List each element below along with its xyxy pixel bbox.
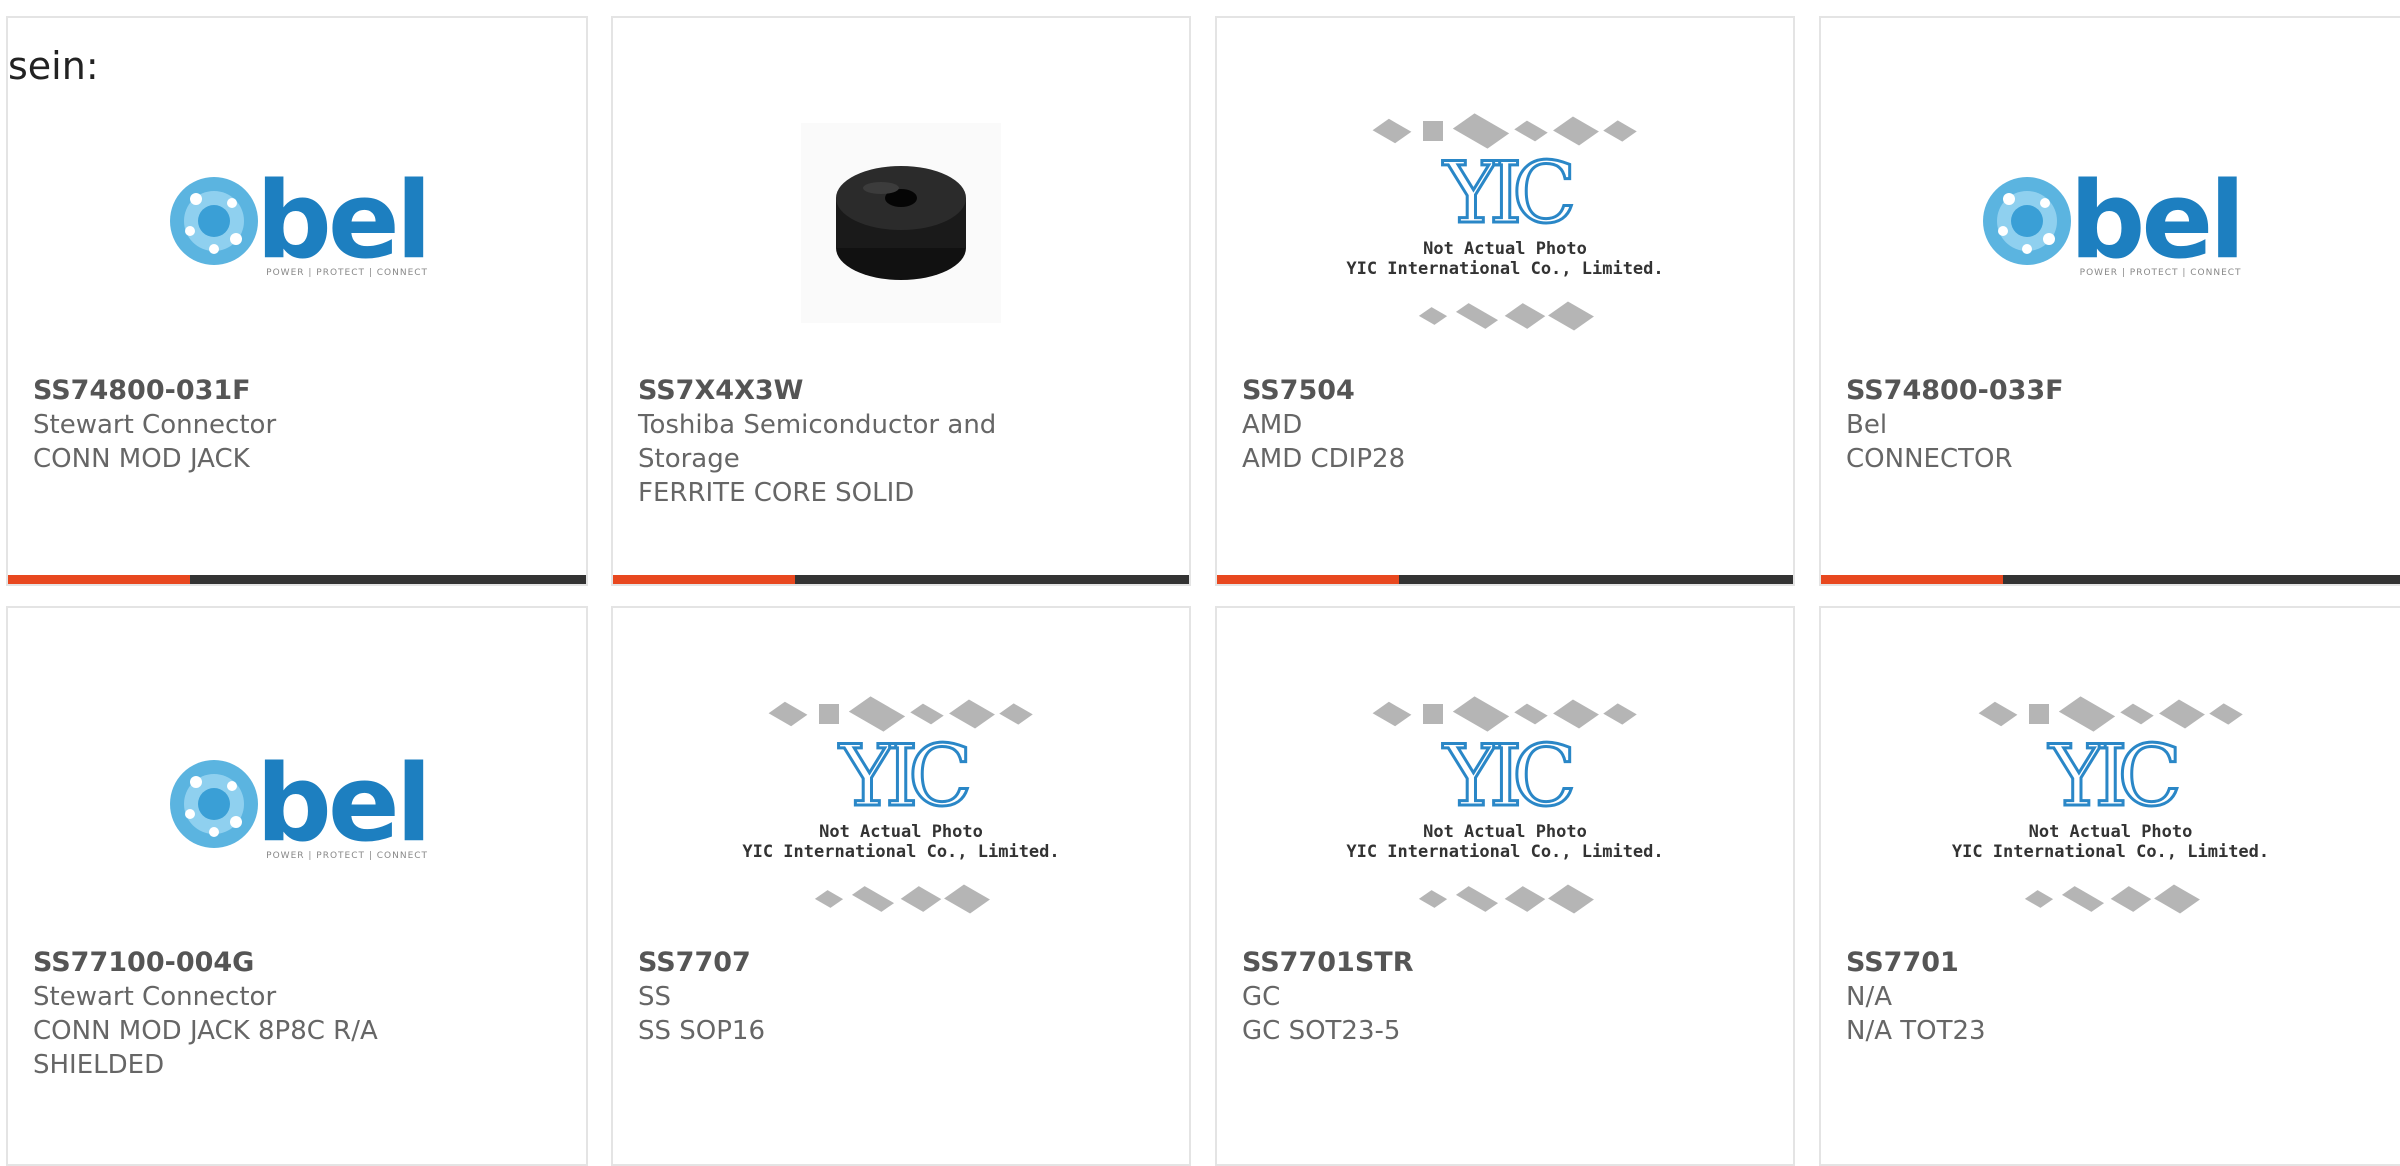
product-info: SS74800-033F Bel CONNECTOR	[1846, 374, 2375, 476]
chip-icons	[1372, 113, 1637, 149]
product-image[interactable]: YIC Not Actual Photo YIC International C…	[1217, 73, 1793, 373]
bel-logo-tagline: POWER | PROTECT | CONNECT	[2079, 268, 2242, 278]
yic-caption-line1: Not Actual Photo	[2028, 822, 2193, 842]
product-info: SS7701 N/A N/A TOT23	[1846, 946, 2375, 1048]
product-image[interactable]	[613, 73, 1189, 373]
page-label: sein:	[8, 44, 99, 88]
yic-logo-mark: YIC	[838, 727, 974, 825]
product-image[interactable]: bel POWER | PROTECT | CONNECT	[1821, 73, 2400, 373]
product-info: SS77100-004G Stewart Connector CONN MOD …	[33, 946, 561, 1082]
description: GC SOT23-5	[1242, 1016, 1401, 1046]
manufacturer: Stewart Connector	[33, 982, 277, 1012]
bel-logo-tagline: POWER | PROTECT | CONNECT	[266, 268, 429, 278]
manufacturer: Stewart Connector	[33, 410, 277, 440]
product-card[interactable]: bel POWER | PROTECT | CONNECT SS77100-00…	[6, 606, 588, 1166]
chip-icons	[1418, 301, 1594, 331]
product-grid: bel POWER | PROTECT | CONNECT SS74800-03…	[0, 0, 2400, 1166]
bel-logo-word: bel	[2069, 159, 2245, 282]
chip-icons	[814, 884, 990, 914]
product-image[interactable]: bel POWER | PROTECT | CONNECT	[8, 656, 586, 956]
yic-caption-line2: YIC International Co., Limited.	[1346, 259, 1664, 279]
manufacturer: Bel	[1846, 410, 1888, 440]
yic-caption-line2: YIC International Co., Limited.	[1951, 842, 2270, 862]
bel-logo-word: bel	[255, 159, 432, 282]
description: AMD CDIP28	[1242, 444, 1406, 474]
part-number[interactable]: SS74800-031F	[33, 374, 561, 408]
yic-caption-line1: Not Actual Photo	[1423, 239, 1587, 259]
card-bottom-bar	[8, 575, 586, 584]
product-image[interactable]: YIC Not Actual Photo YIC International C…	[613, 656, 1189, 956]
manufacturer: N/A	[1846, 982, 1892, 1012]
product-card[interactable]: SS7X4X3W Toshiba Semiconductor and Stora…	[611, 16, 1191, 586]
product-image[interactable]: YIC Not Actual Photo YIC International C…	[1217, 656, 1793, 956]
yic-placeholder-image: YIC Not Actual Photo YIC International C…	[1951, 696, 2270, 914]
ferrite-core-photo	[801, 123, 1001, 323]
description: SS SOP16	[638, 1016, 766, 1046]
bel-logo: bel POWER | PROTECT | CONNECT	[166, 159, 432, 282]
description: N/A TOT23	[1846, 1016, 1986, 1046]
bel-logo: bel POWER | PROTECT | CONNECT	[166, 742, 432, 865]
card-accent-bar	[8, 575, 190, 584]
description: CONNECTOR	[1846, 444, 2013, 474]
chip-icons	[768, 696, 1033, 732]
description: FERRITE CORE SOLID	[638, 478, 915, 508]
product-info: SS74800-031F Stewart Connector CONN MOD …	[33, 374, 561, 476]
ferrite-core-image	[836, 166, 966, 280]
product-image[interactable]: bel POWER | PROTECT | CONNECT	[8, 73, 586, 373]
product-info: SS7701STR GC GC SOT23-5	[1242, 946, 1768, 1048]
yic-placeholder-image: YIC Not Actual Photo YIC International C…	[1346, 696, 1664, 914]
yic-logo-mark: YIC	[1442, 727, 1578, 825]
product-image[interactable]: YIC Not Actual Photo YIC International C…	[1821, 656, 2400, 956]
product-card[interactable]: YIC Not Actual Photo YIC International C…	[1819, 606, 2400, 1166]
product-card[interactable]: bel POWER | PROTECT | CONNECT SS74800-03…	[6, 16, 588, 586]
card-accent-bar	[1821, 575, 2003, 584]
manufacturer: AMD	[1242, 410, 1303, 440]
card-bottom-bar	[613, 575, 1189, 584]
product-card[interactable]: YIC Not Actual Photo YIC International C…	[1215, 606, 1795, 1166]
card-bottom-bar	[1821, 575, 2400, 584]
manufacturer: GC	[1242, 982, 1281, 1012]
part-number[interactable]: SS7X4X3W	[638, 374, 1164, 408]
bel-logo-word: bel	[255, 742, 432, 865]
yic-caption-line2: YIC International Co., Limited.	[742, 842, 1060, 862]
bel-globe-icon	[169, 177, 258, 265]
bel-logo-tagline: POWER | PROTECT | CONNECT	[266, 851, 429, 861]
part-number[interactable]: SS7701	[1846, 946, 2375, 980]
yic-caption-line2: YIC International Co., Limited.	[1346, 842, 1664, 862]
bel-globe-icon	[169, 760, 258, 848]
product-info: SS7707 SS SS SOP16	[638, 946, 1164, 1048]
card-bottom-bar	[1217, 575, 1793, 584]
yic-placeholder-image: YIC Not Actual Photo YIC International C…	[1346, 113, 1664, 331]
chip-icons	[2024, 884, 2200, 914]
product-info: SS7504 AMD AMD CDIP28	[1242, 374, 1768, 476]
part-number[interactable]: SS77100-004G	[33, 946, 561, 980]
yic-logo-mark: YIC	[1442, 144, 1578, 242]
part-number[interactable]: SS74800-033F	[1846, 374, 2375, 408]
card-accent-bar	[1217, 575, 1399, 584]
part-number[interactable]: SS7504	[1242, 374, 1768, 408]
card-accent-bar	[613, 575, 795, 584]
product-card[interactable]: bel POWER | PROTECT | CONNECT SS74800-03…	[1819, 16, 2400, 586]
part-number[interactable]: SS7701STR	[1242, 946, 1768, 980]
manufacturer: SS	[638, 982, 672, 1012]
description: CONN MOD JACK 8P8C R/A SHIELDED	[33, 1016, 378, 1080]
bel-logo: bel POWER | PROTECT | CONNECT	[1979, 159, 2246, 282]
product-info: SS7X4X3W Toshiba Semiconductor and Stora…	[638, 374, 1164, 510]
product-card[interactable]: YIC Not Actual Photo YIC International C…	[611, 606, 1191, 1166]
yic-logo-mark: YIC	[2048, 727, 2184, 825]
yic-placeholder-image: YIC Not Actual Photo YIC International C…	[742, 696, 1060, 914]
chip-icons	[1978, 696, 2243, 732]
part-number[interactable]: SS7707	[638, 946, 1164, 980]
chip-icons	[1418, 884, 1594, 914]
product-card[interactable]: YIC Not Actual Photo YIC International C…	[1215, 16, 1795, 586]
yic-caption-line1: Not Actual Photo	[1423, 822, 1587, 842]
chip-icons	[1372, 696, 1637, 732]
bel-globe-icon	[1983, 177, 2072, 265]
yic-caption-line1: Not Actual Photo	[819, 822, 983, 842]
description: CONN MOD JACK	[33, 444, 250, 474]
manufacturer: Toshiba Semiconductor and Storage	[638, 410, 997, 474]
